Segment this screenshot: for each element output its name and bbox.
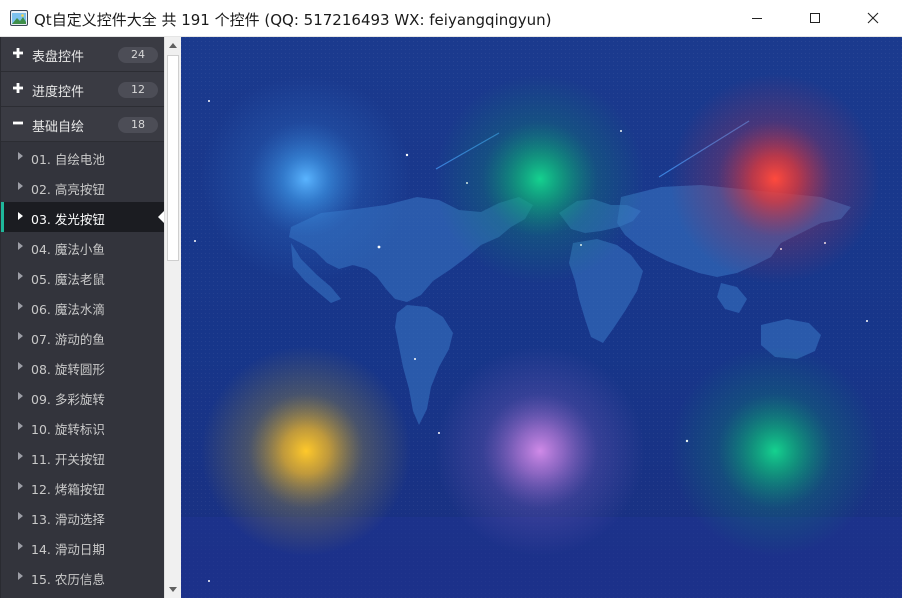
nav-item-label: 15. 农历信息	[31, 572, 105, 587]
nav-item[interactable]: 14. 滑动日期	[1, 532, 164, 562]
caret-right-icon	[18, 272, 23, 280]
scroll-up-button[interactable]	[165, 37, 181, 54]
caret-right-icon	[18, 452, 23, 460]
caret-right-icon	[18, 392, 23, 400]
glow-button-green-bottom[interactable]	[670, 346, 880, 556]
category-label: 基础自绘	[32, 120, 85, 135]
category-count-badge: 18	[118, 117, 158, 133]
nav-item-label: 02. 高亮按钮	[31, 182, 105, 197]
window-title: Qt自定义控件大全 共 191 个控件 (QQ: 517216493 WX: f…	[34, 11, 552, 29]
maximize-button[interactable]	[786, 0, 844, 36]
sidebar-scrollbar[interactable]	[164, 37, 181, 598]
glow-button-green-top[interactable]	[435, 74, 645, 284]
category-progress-widgets[interactable]: 进度控件 12	[1, 72, 164, 107]
selection-indicator	[1, 202, 4, 232]
app-icon	[10, 10, 28, 26]
nav-item[interactable]: 10. 旋转标识	[1, 412, 164, 442]
nav-item[interactable]: 06. 魔法水滴	[1, 292, 164, 322]
category-count-badge: 12	[118, 82, 158, 98]
caret-right-icon	[18, 512, 23, 520]
plus-icon	[13, 48, 23, 58]
arrow-up-icon	[169, 43, 177, 48]
nav-item[interactable]: 13. 滑动选择	[1, 502, 164, 532]
category-label: 进度控件	[32, 85, 85, 100]
nav-item-selected[interactable]: 03. 发光按钮	[1, 202, 164, 232]
caret-right-icon	[18, 332, 23, 340]
nav-item-label: 06. 魔法水滴	[31, 302, 105, 317]
nav-item-label: 08. 旋转圆形	[31, 362, 105, 377]
arrow-down-icon	[169, 587, 177, 592]
nav-item-label: 11. 开关按钮	[31, 452, 105, 467]
glow-button-red[interactable]	[670, 74, 880, 284]
nav-item-label: 10. 旋转标识	[31, 422, 105, 437]
nav-item-label: 07. 游动的鱼	[31, 332, 105, 347]
world-map-background	[181, 37, 902, 598]
scroll-down-button[interactable]	[165, 581, 181, 598]
caret-right-icon	[18, 302, 23, 310]
nav-item-label: 01. 自绘电池	[31, 152, 105, 167]
nav-item[interactable]: 12. 烤箱按钮	[1, 472, 164, 502]
nav-item[interactable]: 15. 农历信息	[1, 562, 164, 592]
nav-item-label: 12. 烤箱按钮	[31, 482, 105, 497]
caret-right-icon	[18, 242, 23, 250]
glow-button-blue[interactable]	[201, 74, 411, 284]
demo-canvas	[181, 37, 902, 598]
caret-right-icon	[18, 572, 23, 580]
category-basic-drawing[interactable]: 基础自绘 18	[1, 107, 164, 142]
nav-item-label: 03. 发光按钮	[31, 212, 105, 227]
caret-right-icon	[18, 422, 23, 430]
nav-item[interactable]: 07. 游动的鱼	[1, 322, 164, 352]
nav-item[interactable]: 05. 魔法老鼠	[1, 262, 164, 292]
nav-item-label: 14. 滑动日期	[31, 542, 105, 557]
minus-icon	[13, 121, 23, 125]
minimize-icon	[752, 18, 762, 19]
sidebar-nav: 表盘控件 24 进度控件 12 基础自绘 18 01. 自绘电池 02. 高亮按…	[0, 37, 164, 598]
minimize-button[interactable]	[728, 0, 786, 36]
close-icon	[867, 12, 879, 24]
glow-button-yellow[interactable]	[201, 346, 411, 556]
nav-item[interactable]: 02. 高亮按钮	[1, 172, 164, 202]
nav-item[interactable]: 01. 自绘电池	[1, 142, 164, 172]
category-dial-widgets[interactable]: 表盘控件 24	[1, 37, 164, 72]
category-count-badge: 24	[118, 47, 158, 63]
scroll-thumb[interactable]	[167, 55, 179, 261]
close-button[interactable]	[844, 0, 902, 36]
caret-right-icon	[18, 152, 23, 160]
caret-right-icon	[18, 542, 23, 550]
nav-item[interactable]: 04. 魔法小鱼	[1, 232, 164, 262]
nav-item[interactable]: 08. 旋转圆形	[1, 352, 164, 382]
caret-right-icon	[18, 362, 23, 370]
nav-item[interactable]: 09. 多彩旋转	[1, 382, 164, 412]
maximize-icon	[810, 13, 820, 23]
caret-right-icon	[18, 482, 23, 490]
category-label: 表盘控件	[32, 50, 85, 65]
nav-item-label: 04. 魔法小鱼	[31, 242, 105, 257]
caret-right-icon	[18, 182, 23, 190]
nav-item-label: 09. 多彩旋转	[31, 392, 105, 407]
glow-button-purple[interactable]	[435, 346, 645, 556]
caret-right-icon	[18, 212, 23, 220]
nav-item[interactable]: 11. 开关按钮	[1, 442, 164, 472]
nav-item-label: 13. 滑动选择	[31, 512, 105, 527]
title-bar: Qt自定义控件大全 共 191 个控件 (QQ: 517216493 WX: f…	[0, 0, 902, 37]
plus-icon	[13, 83, 23, 93]
nav-item-label: 05. 魔法老鼠	[31, 272, 105, 287]
